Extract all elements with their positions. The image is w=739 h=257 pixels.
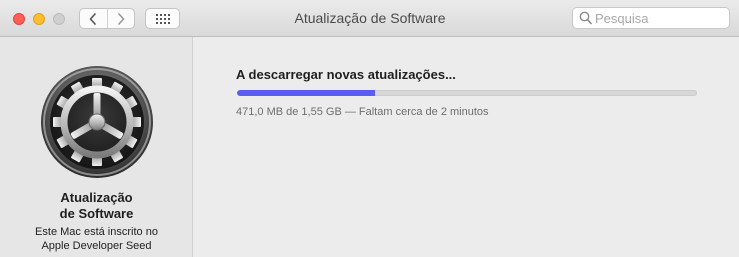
gear-icon	[41, 66, 153, 178]
forward-button[interactable]	[106, 9, 135, 28]
sidebar: Atualização de Software Este Mac está in…	[0, 37, 193, 257]
search-field[interactable]	[572, 7, 730, 29]
navigation-buttons	[79, 8, 135, 29]
chevron-right-icon	[117, 12, 125, 25]
main-panel: A descarregar novas atualizações... 471,…	[194, 37, 739, 257]
search-icon	[579, 11, 592, 25]
title-bar: Atualização de Software	[0, 0, 739, 37]
download-status: A descarregar novas atualizações...	[236, 67, 456, 82]
sidebar-title: Atualização de Software	[0, 190, 193, 222]
chevron-left-icon	[89, 12, 97, 25]
show-all-button[interactable]	[145, 8, 180, 29]
sidebar-title-line-2: de Software	[59, 206, 134, 221]
back-button[interactable]	[80, 9, 107, 28]
download-detail: 471,0 MB de 1,55 GB — Faltam cerca de 2 …	[236, 106, 489, 118]
sidebar-desc-line-1: Este Mac está inscrito no	[35, 226, 158, 238]
sidebar-desc-line-2: Apple Developer Seed	[41, 240, 152, 252]
download-progress-bar	[237, 90, 697, 96]
minimize-window-button[interactable]	[33, 13, 45, 25]
download-progress-fill	[237, 90, 375, 96]
search-input[interactable]	[595, 9, 725, 27]
close-window-button[interactable]	[13, 13, 25, 25]
window-title: Atualização de Software	[294, 10, 446, 26]
sidebar-description: Este Mac está inscrito no Apple Develope…	[0, 225, 193, 253]
sidebar-title-line-1: Atualização	[60, 190, 133, 205]
grid-icon	[155, 13, 170, 24]
zoom-window-button[interactable]	[53, 13, 65, 25]
